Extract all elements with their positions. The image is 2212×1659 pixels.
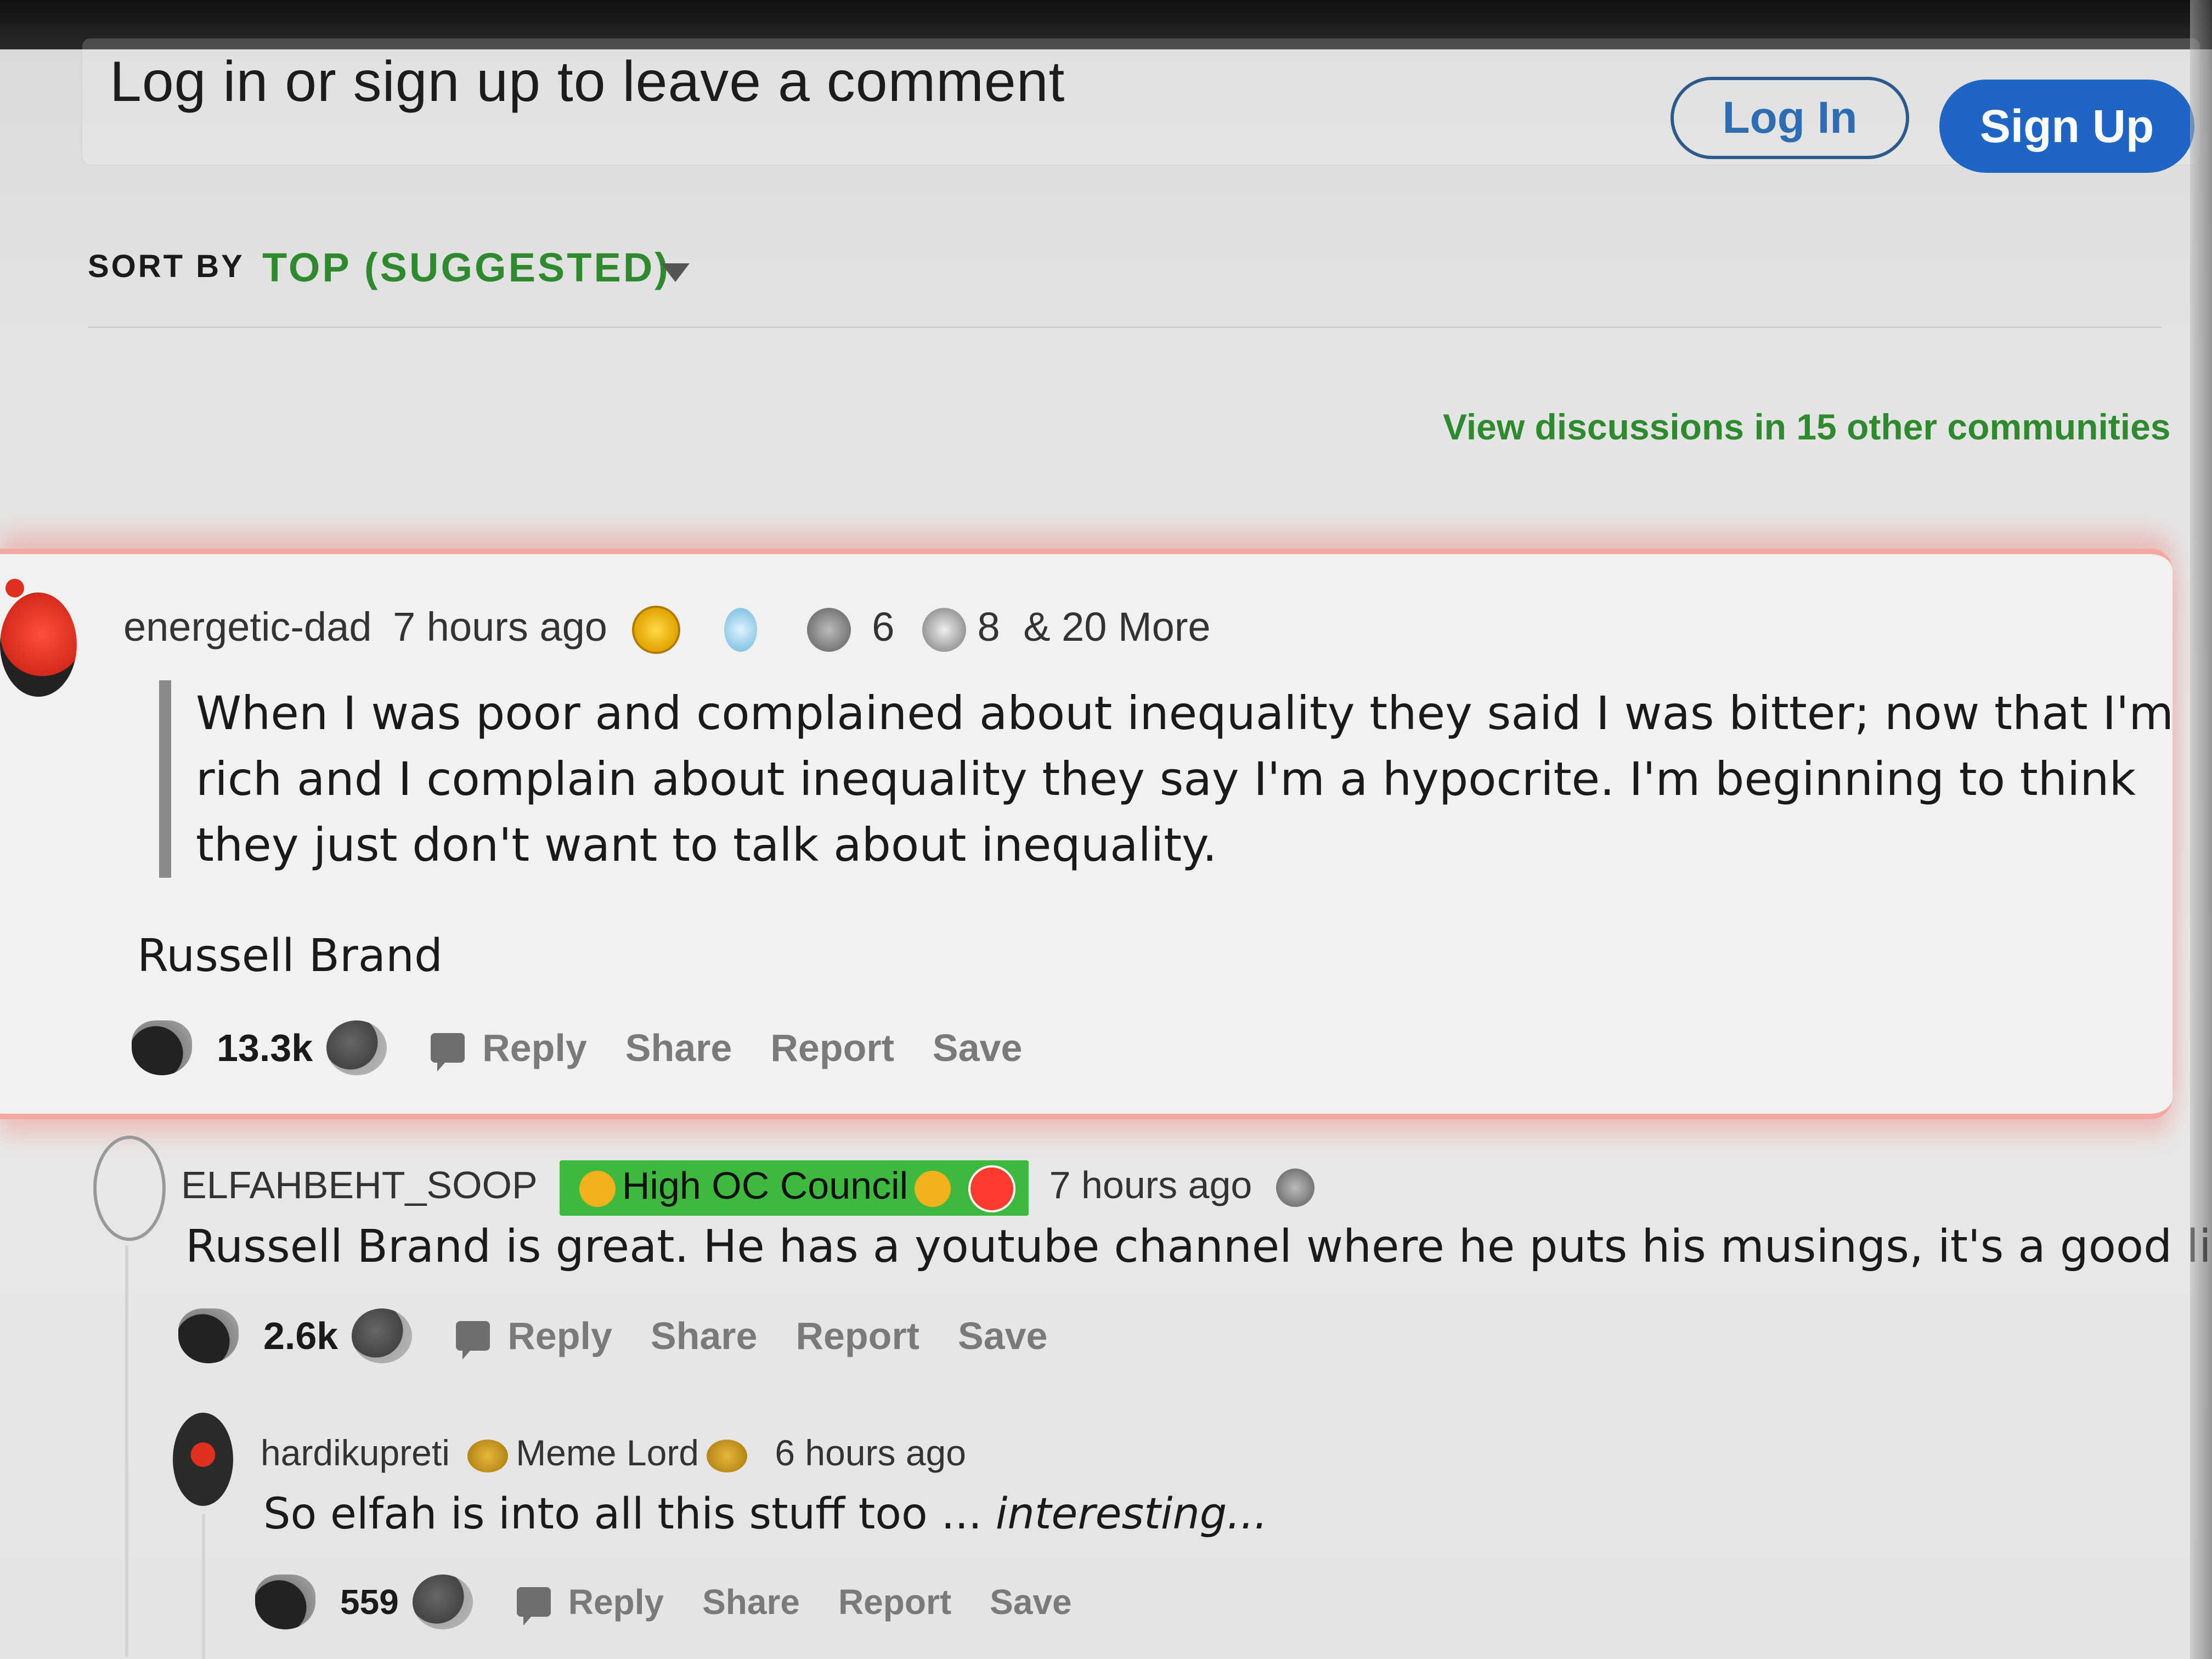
vote-count: 2.6k [263, 1314, 338, 1357]
upvote-icon[interactable] [255, 1575, 315, 1629]
lightbulb-award-icon[interactable] [724, 608, 758, 652]
comment-attribution: Russell Brand [137, 930, 443, 982]
comment-timestamp[interactable]: 7 hours ago [393, 604, 607, 650]
award-count: 8 [977, 604, 1000, 650]
comment-action-bar: 559 Reply Share Report Save [255, 1575, 1110, 1629]
share-button[interactable]: Share [651, 1314, 758, 1358]
award-count: 6 [872, 604, 895, 650]
comment-body: So elfah is into all this stuff too ... … [263, 1489, 1268, 1539]
upvote-icon[interactable] [132, 1020, 192, 1075]
meme-lord-badge-icon [707, 1439, 748, 1472]
wave-award-icon[interactable] [922, 608, 966, 652]
comment-body-text: So elfah is into all this stuff too ... [263, 1489, 996, 1539]
comment-author[interactable]: hardikupreti [261, 1432, 450, 1473]
chevron-down-icon[interactable] [661, 263, 690, 282]
reply-icon[interactable] [431, 1033, 465, 1071]
comment-action-bar: 13.3k Reply Share Report Save [132, 1020, 1060, 1075]
reply-icon[interactable] [516, 1587, 551, 1626]
flair-emoji-icon [579, 1170, 616, 1207]
reply-button[interactable]: Reply [507, 1314, 612, 1358]
vote-count: 559 [340, 1582, 399, 1622]
reply-icon[interactable] [456, 1321, 490, 1359]
signup-button[interactable]: Sign Up [1939, 80, 2194, 173]
ally-award-icon[interactable] [1276, 1169, 1314, 1207]
patreon-icon [968, 1165, 1016, 1212]
downvote-icon[interactable] [412, 1575, 473, 1629]
login-button[interactable]: Log In [1671, 77, 1909, 159]
downvote-icon[interactable] [352, 1308, 413, 1363]
save-button[interactable]: Save [990, 1582, 1071, 1622]
sort-by-label: SORT BY [88, 249, 245, 284]
comment-quote: When I was poor and complained about ine… [159, 680, 2198, 878]
ally-award-icon[interactable] [806, 608, 851, 652]
flair-emoji-icon [915, 1170, 951, 1207]
comment-body: Russell Brand is great. He has a youtube… [185, 1221, 2212, 1273]
monitor-edge [2190, 0, 2212, 1659]
comment-action-bar: 2.6k Reply Share Report Save [178, 1308, 1086, 1363]
user-flair: High OC Council [559, 1160, 1029, 1216]
login-prompt-text: Log in or sign up to leave a comment [110, 50, 1065, 114]
save-button[interactable]: Save [933, 1026, 1022, 1070]
view-other-discussions-link[interactable]: View discussions in 15 other communities [1443, 406, 2171, 448]
upvote-icon[interactable] [178, 1308, 239, 1363]
save-button[interactable]: Save [958, 1314, 1047, 1358]
thread-line[interactable] [202, 1514, 205, 1659]
avatar[interactable] [0, 579, 77, 697]
comment-meta: ELFAHBEHT_SOOP High OC Council 7 hours a… [181, 1160, 1314, 1216]
reply-button[interactable]: Reply [482, 1026, 587, 1070]
share-button[interactable]: Share [702, 1582, 800, 1622]
avatar[interactable] [173, 1413, 233, 1506]
comment-meta: hardikupreti Meme Lord 6 hours ago [261, 1432, 966, 1474]
report-button[interactable]: Report [770, 1026, 894, 1070]
reply-button[interactable]: Reply [568, 1582, 664, 1622]
comment-author[interactable]: ELFAHBEHT_SOOP [181, 1164, 537, 1206]
screen: Log in or sign up to leave a comment Log… [0, 0, 2212, 1659]
more-awards-link[interactable]: & 20 More [1023, 604, 1210, 650]
vote-count: 13.3k [217, 1026, 313, 1069]
flair-text: High OC Council [622, 1164, 909, 1207]
report-button[interactable]: Report [795, 1314, 919, 1358]
comment-body-italic: interesting... [995, 1489, 1268, 1539]
downvote-icon[interactable] [326, 1020, 387, 1075]
divider [88, 326, 2162, 328]
comment-timestamp[interactable]: 6 hours ago [775, 1432, 966, 1473]
gold-award-icon[interactable] [631, 606, 680, 654]
share-button[interactable]: Share [625, 1026, 732, 1070]
avatar[interactable] [93, 1136, 166, 1241]
comment-timestamp[interactable]: 7 hours ago [1049, 1164, 1252, 1206]
thread-line[interactable] [125, 1245, 128, 1657]
comment-author[interactable]: energetic-dad [123, 604, 372, 650]
flair-text: Meme Lord [516, 1432, 699, 1473]
sort-dropdown[interactable]: TOP (SUGGESTED) [262, 244, 670, 291]
report-button[interactable]: Report [838, 1582, 951, 1622]
comment-meta: energetic-dad 7 hours ago 6 8 & 20 More [123, 603, 1211, 654]
meme-lord-badge-icon [467, 1439, 509, 1472]
